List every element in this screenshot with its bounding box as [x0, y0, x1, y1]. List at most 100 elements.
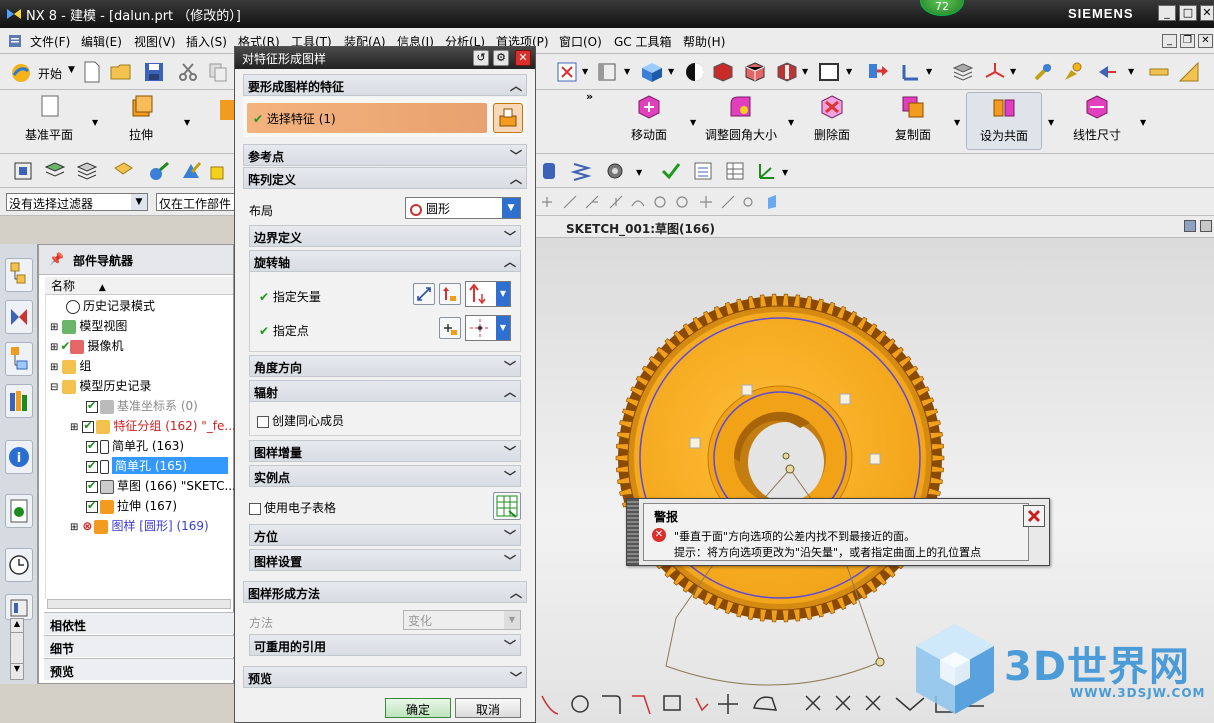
graphics-restore-icon[interactable]: [1184, 220, 1196, 232]
horizontal-scrollbar[interactable]: [47, 599, 231, 609]
scope-dropdown[interactable]: 仅在工作部件: [156, 193, 236, 211]
menu-gc-toolkit[interactable]: GC 工具箱: [614, 33, 672, 50]
display-mode-icon[interactable]: [684, 61, 706, 83]
group-pattern-settings[interactable]: 图样设置 ﹀: [249, 549, 521, 571]
tag-icon[interactable]: [112, 160, 134, 182]
scroll-down-icon[interactable]: ▼: [11, 663, 23, 677]
visibility-checkbox[interactable]: [86, 479, 98, 493]
group-radiate[interactable]: 辐射 ︿: [249, 380, 521, 402]
chevron-down-icon[interactable]: ▼: [68, 65, 75, 75]
select-feature-button[interactable]: [493, 103, 523, 133]
expand-icon[interactable]: ﹀: [504, 468, 516, 485]
open-folder-icon[interactable]: [110, 62, 132, 82]
expand-icon[interactable]: ⊞: [70, 422, 78, 433]
maximize-button[interactable]: □: [1179, 5, 1197, 21]
check-part-icon[interactable]: [660, 160, 682, 182]
resize-blend-button[interactable]: 调整圆角大小: [700, 94, 782, 143]
make-coplanar-button[interactable]: 设为共面: [966, 92, 1042, 150]
visibility-checkbox[interactable]: [86, 399, 98, 413]
point-dialog-button[interactable]: [439, 317, 461, 339]
start-button-label[interactable]: 开始: [38, 65, 62, 82]
settings-gear-icon[interactable]: ⚙: [493, 50, 509, 66]
visibility-checkbox[interactable]: [86, 459, 98, 473]
datum-plane-button[interactable]: 基准平面: [16, 94, 82, 143]
reset-icon[interactable]: ↺: [473, 50, 489, 66]
nav-scrollbar[interactable]: ▲ ▼: [10, 618, 24, 680]
move-face-button[interactable]: 移动面: [618, 94, 680, 143]
constraint-navigator-tab[interactable]: [5, 300, 33, 334]
copy-icon[interactable]: [208, 62, 228, 82]
fit-view-icon[interactable]: [556, 61, 578, 83]
tree-item-model-history[interactable]: ⊟ 模型历史记录: [50, 377, 151, 397]
group-reference-point[interactable]: 参考点 ﹀: [243, 144, 527, 166]
move-object-icon[interactable]: [866, 61, 890, 83]
chevron-down-icon[interactable]: ▼: [582, 67, 588, 76]
expand-icon[interactable]: ⊞: [50, 342, 58, 353]
chevron-down-icon[interactable]: ▼: [1010, 67, 1016, 76]
chevron-down-icon[interactable]: ▼: [184, 118, 190, 127]
group-boundary-definition[interactable]: 边界定义 ﹀: [249, 225, 521, 247]
expand-icon[interactable]: ﹀: [510, 147, 522, 164]
menu-edit[interactable]: 编辑(E): [81, 33, 122, 50]
chevron-down-icon[interactable]: ▼: [496, 316, 510, 340]
chevron-down-icon[interactable]: ▼: [802, 67, 808, 76]
chevron-down-icon[interactable]: ▼: [846, 67, 852, 76]
chevron-down-icon[interactable]: ▼: [502, 198, 520, 218]
collapse-icon[interactable]: ︿: [510, 170, 522, 187]
chevron-down-icon[interactable]: ▼: [782, 168, 788, 177]
chevron-down-icon[interactable]: ▼: [1048, 118, 1054, 127]
snap-icon[interactable]: [1032, 61, 1054, 83]
group-features-to-pattern[interactable]: 要形成图样的特征 ︿: [243, 74, 527, 96]
collapse-icon[interactable]: ︿: [504, 253, 516, 270]
expand-icon[interactable]: ﹀: [510, 669, 522, 686]
ruler-icon[interactable]: [1178, 61, 1200, 83]
collapse-icon[interactable]: ︿: [510, 584, 522, 601]
hole-icon[interactable]: [220, 98, 234, 122]
start-icon[interactable]: [10, 62, 32, 84]
close-button[interactable]: ✕: [1200, 5, 1214, 21]
red-cube-icon[interactable]: [712, 61, 734, 83]
expand-icon[interactable]: ﹀: [504, 443, 516, 460]
chevron-down-icon[interactable]: ▼: [954, 118, 960, 127]
reverse-direction-button[interactable]: [413, 283, 435, 305]
doc-restore-button[interactable]: ❐: [1180, 34, 1195, 48]
selection-filter-dropdown[interactable]: 没有选择过滤器 ▼: [6, 193, 148, 211]
layer-icon[interactable]: [952, 61, 974, 83]
expand-icon[interactable]: ﹀: [504, 552, 516, 569]
cut-icon[interactable]: [178, 62, 198, 82]
menu-window[interactable]: 窗口(O): [559, 33, 602, 50]
menu-file[interactable]: 文件(F): [30, 33, 70, 50]
chevron-down-icon[interactable]: ▼: [1140, 118, 1146, 127]
chevron-down-icon[interactable]: ▼: [636, 168, 642, 177]
tree-item-simple-hole-163[interactable]: 简单孔 (163): [86, 437, 184, 457]
tree-item-groups[interactable]: ⊞ 组: [50, 357, 91, 377]
new-file-icon[interactable]: [82, 61, 102, 83]
tree-item-pattern-169[interactable]: ⊞ ⊗ 图样 [圆形] (169): [70, 517, 209, 537]
group-array-definition[interactable]: 阵列定义 ︿: [243, 167, 527, 189]
frame-icon[interactable]: [12, 160, 34, 182]
expand-icon[interactable]: ⊞: [70, 522, 78, 533]
layers-icon[interactable]: [76, 160, 98, 182]
doc-minimize-button[interactable]: _: [1162, 34, 1177, 48]
history-tab[interactable]: [5, 548, 33, 582]
web-browser-tab[interactable]: [5, 494, 33, 528]
vector-dialog-button[interactable]: [439, 283, 461, 305]
pin-icon[interactable]: 📌: [49, 252, 64, 266]
selection-icon[interactable]: [1096, 61, 1118, 83]
menu-insert[interactable]: 插入(S): [186, 33, 227, 50]
chevron-down-icon[interactable]: ▼: [690, 118, 696, 127]
view-orient-icon[interactable]: [596, 61, 618, 83]
spring-icon[interactable]: [570, 160, 592, 182]
group-orientation[interactable]: 方位 ﹀: [249, 524, 521, 546]
tree-item-simple-hole-165[interactable]: 简单孔 (165): [86, 457, 228, 477]
collapse-icon[interactable]: ︿: [510, 77, 522, 94]
doc-close-button[interactable]: ✕: [1198, 34, 1213, 48]
background-icon[interactable]: [818, 61, 840, 83]
vector-type-dropdown[interactable]: ▼: [465, 281, 511, 307]
paint-icon[interactable]: [1062, 61, 1084, 83]
graphics-close-icon[interactable]: [1200, 220, 1212, 232]
menu-help[interactable]: 帮助(H): [683, 33, 725, 50]
collapse-icon[interactable]: ︿: [504, 383, 516, 400]
group-instance-points[interactable]: 实例点 ﹀: [249, 465, 521, 487]
expand-icon[interactable]: ﹀: [504, 228, 516, 245]
